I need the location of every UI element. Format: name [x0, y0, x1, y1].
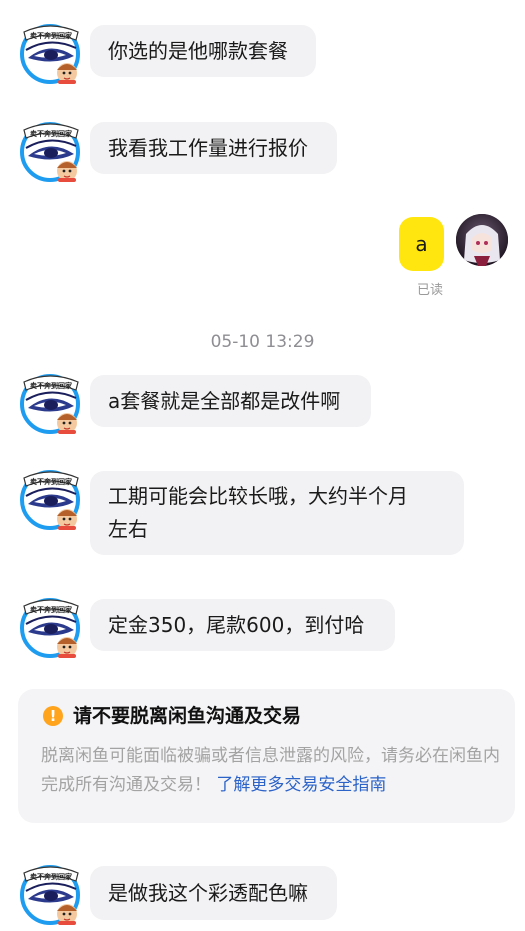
notice-body: 脱离闲鱼可能面临被骗或者信息泄露的风险，请务必在闲鱼内完成所有沟通及交易！ 了解… [41, 742, 506, 800]
warning-icon: ! [43, 706, 63, 726]
seller-avatar[interactable] [20, 596, 82, 658]
safety-notice: ! 请不要脱离闲鱼沟通及交易 脱离闲鱼可能面临被骗或者信息泄露的风险，请务必在闲… [18, 689, 515, 823]
seller-avatar[interactable] [20, 120, 82, 182]
my-message-bubble[interactable]: a [399, 217, 444, 271]
message-bubble[interactable]: a套餐就是全部都是改件啊 [90, 375, 371, 427]
message-text: 我看我工作量进行报价 [108, 136, 308, 160]
message-bubble[interactable]: 定金350，尾款600，到付哈 [90, 599, 395, 651]
message-text: 定金350，尾款600，到付哈 [108, 613, 365, 637]
safety-guide-link[interactable]: 了解更多交易安全指南 [216, 775, 386, 795]
seller-avatar[interactable] [20, 372, 82, 434]
message-text: a [415, 232, 428, 256]
seller-avatar[interactable] [20, 468, 82, 530]
notice-title: 请不要脱离闲鱼沟通及交易 [73, 705, 302, 727]
message-text-line: 工期可能会比较长哦，大约半个月 [108, 484, 408, 508]
timestamp: 05-10 13:29 [210, 332, 315, 352]
message-bubble[interactable]: 你选的是他哪款套餐 [90, 25, 316, 77]
message-text: 你选的是他哪款套餐 [108, 39, 288, 63]
message-bubble[interactable]: 工期可能会比较长哦，大约半个月 左右 [90, 471, 464, 555]
seller-avatar[interactable] [20, 22, 82, 84]
seller-avatar[interactable] [20, 863, 82, 925]
read-status: 已读 [417, 283, 444, 298]
message-text-line: 左右 [108, 517, 148, 541]
message-bubble[interactable]: 我看我工作量进行报价 [90, 122, 337, 174]
message-text: a套餐就是全部都是改件啊 [108, 389, 341, 413]
message-bubble[interactable]: 是做我这个彩透配色嘛 [90, 866, 337, 920]
message-text: 是做我这个彩透配色嘛 [108, 881, 308, 905]
my-avatar[interactable] [456, 214, 508, 266]
